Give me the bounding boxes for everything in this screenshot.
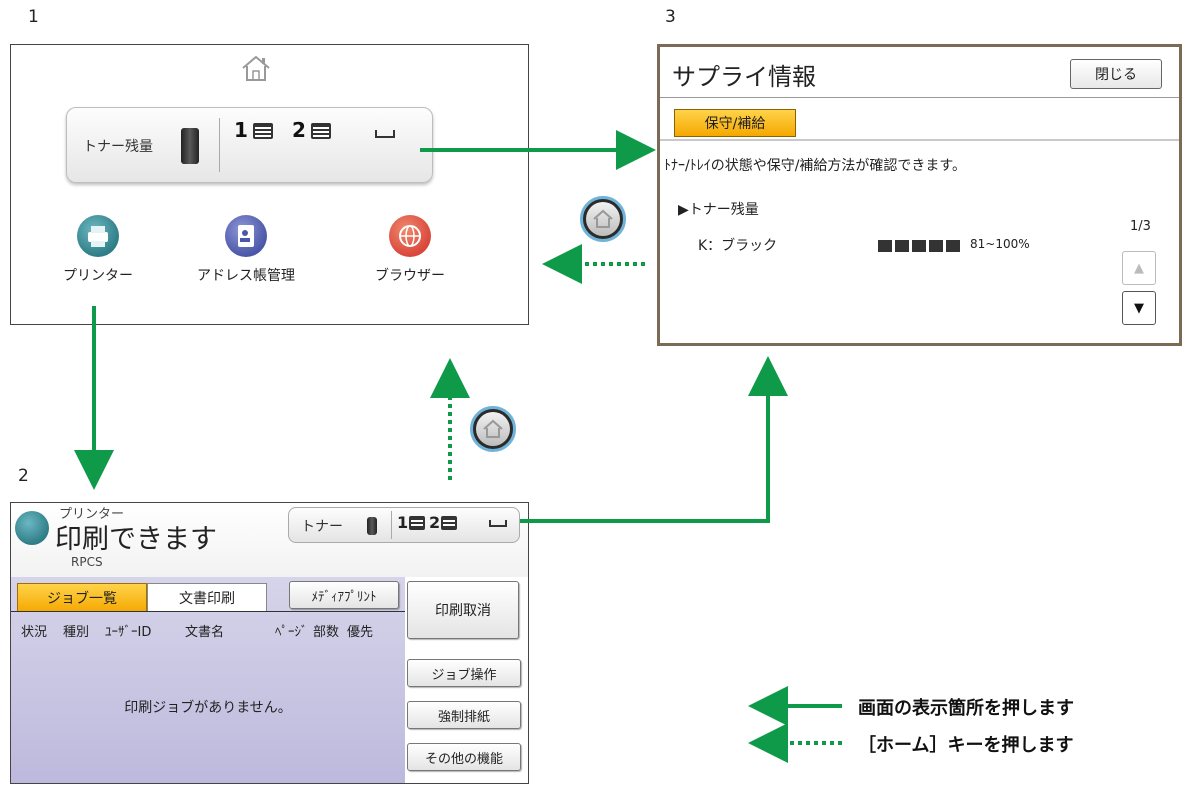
arrow-2-to-3 <box>520 356 788 523</box>
legend-dotted-text: ［ホーム］キーを押します <box>858 735 1074 756</box>
flow-arrows <box>74 130 842 763</box>
legend-solid-text: 画面の表示箇所を押します <box>858 698 1074 719</box>
